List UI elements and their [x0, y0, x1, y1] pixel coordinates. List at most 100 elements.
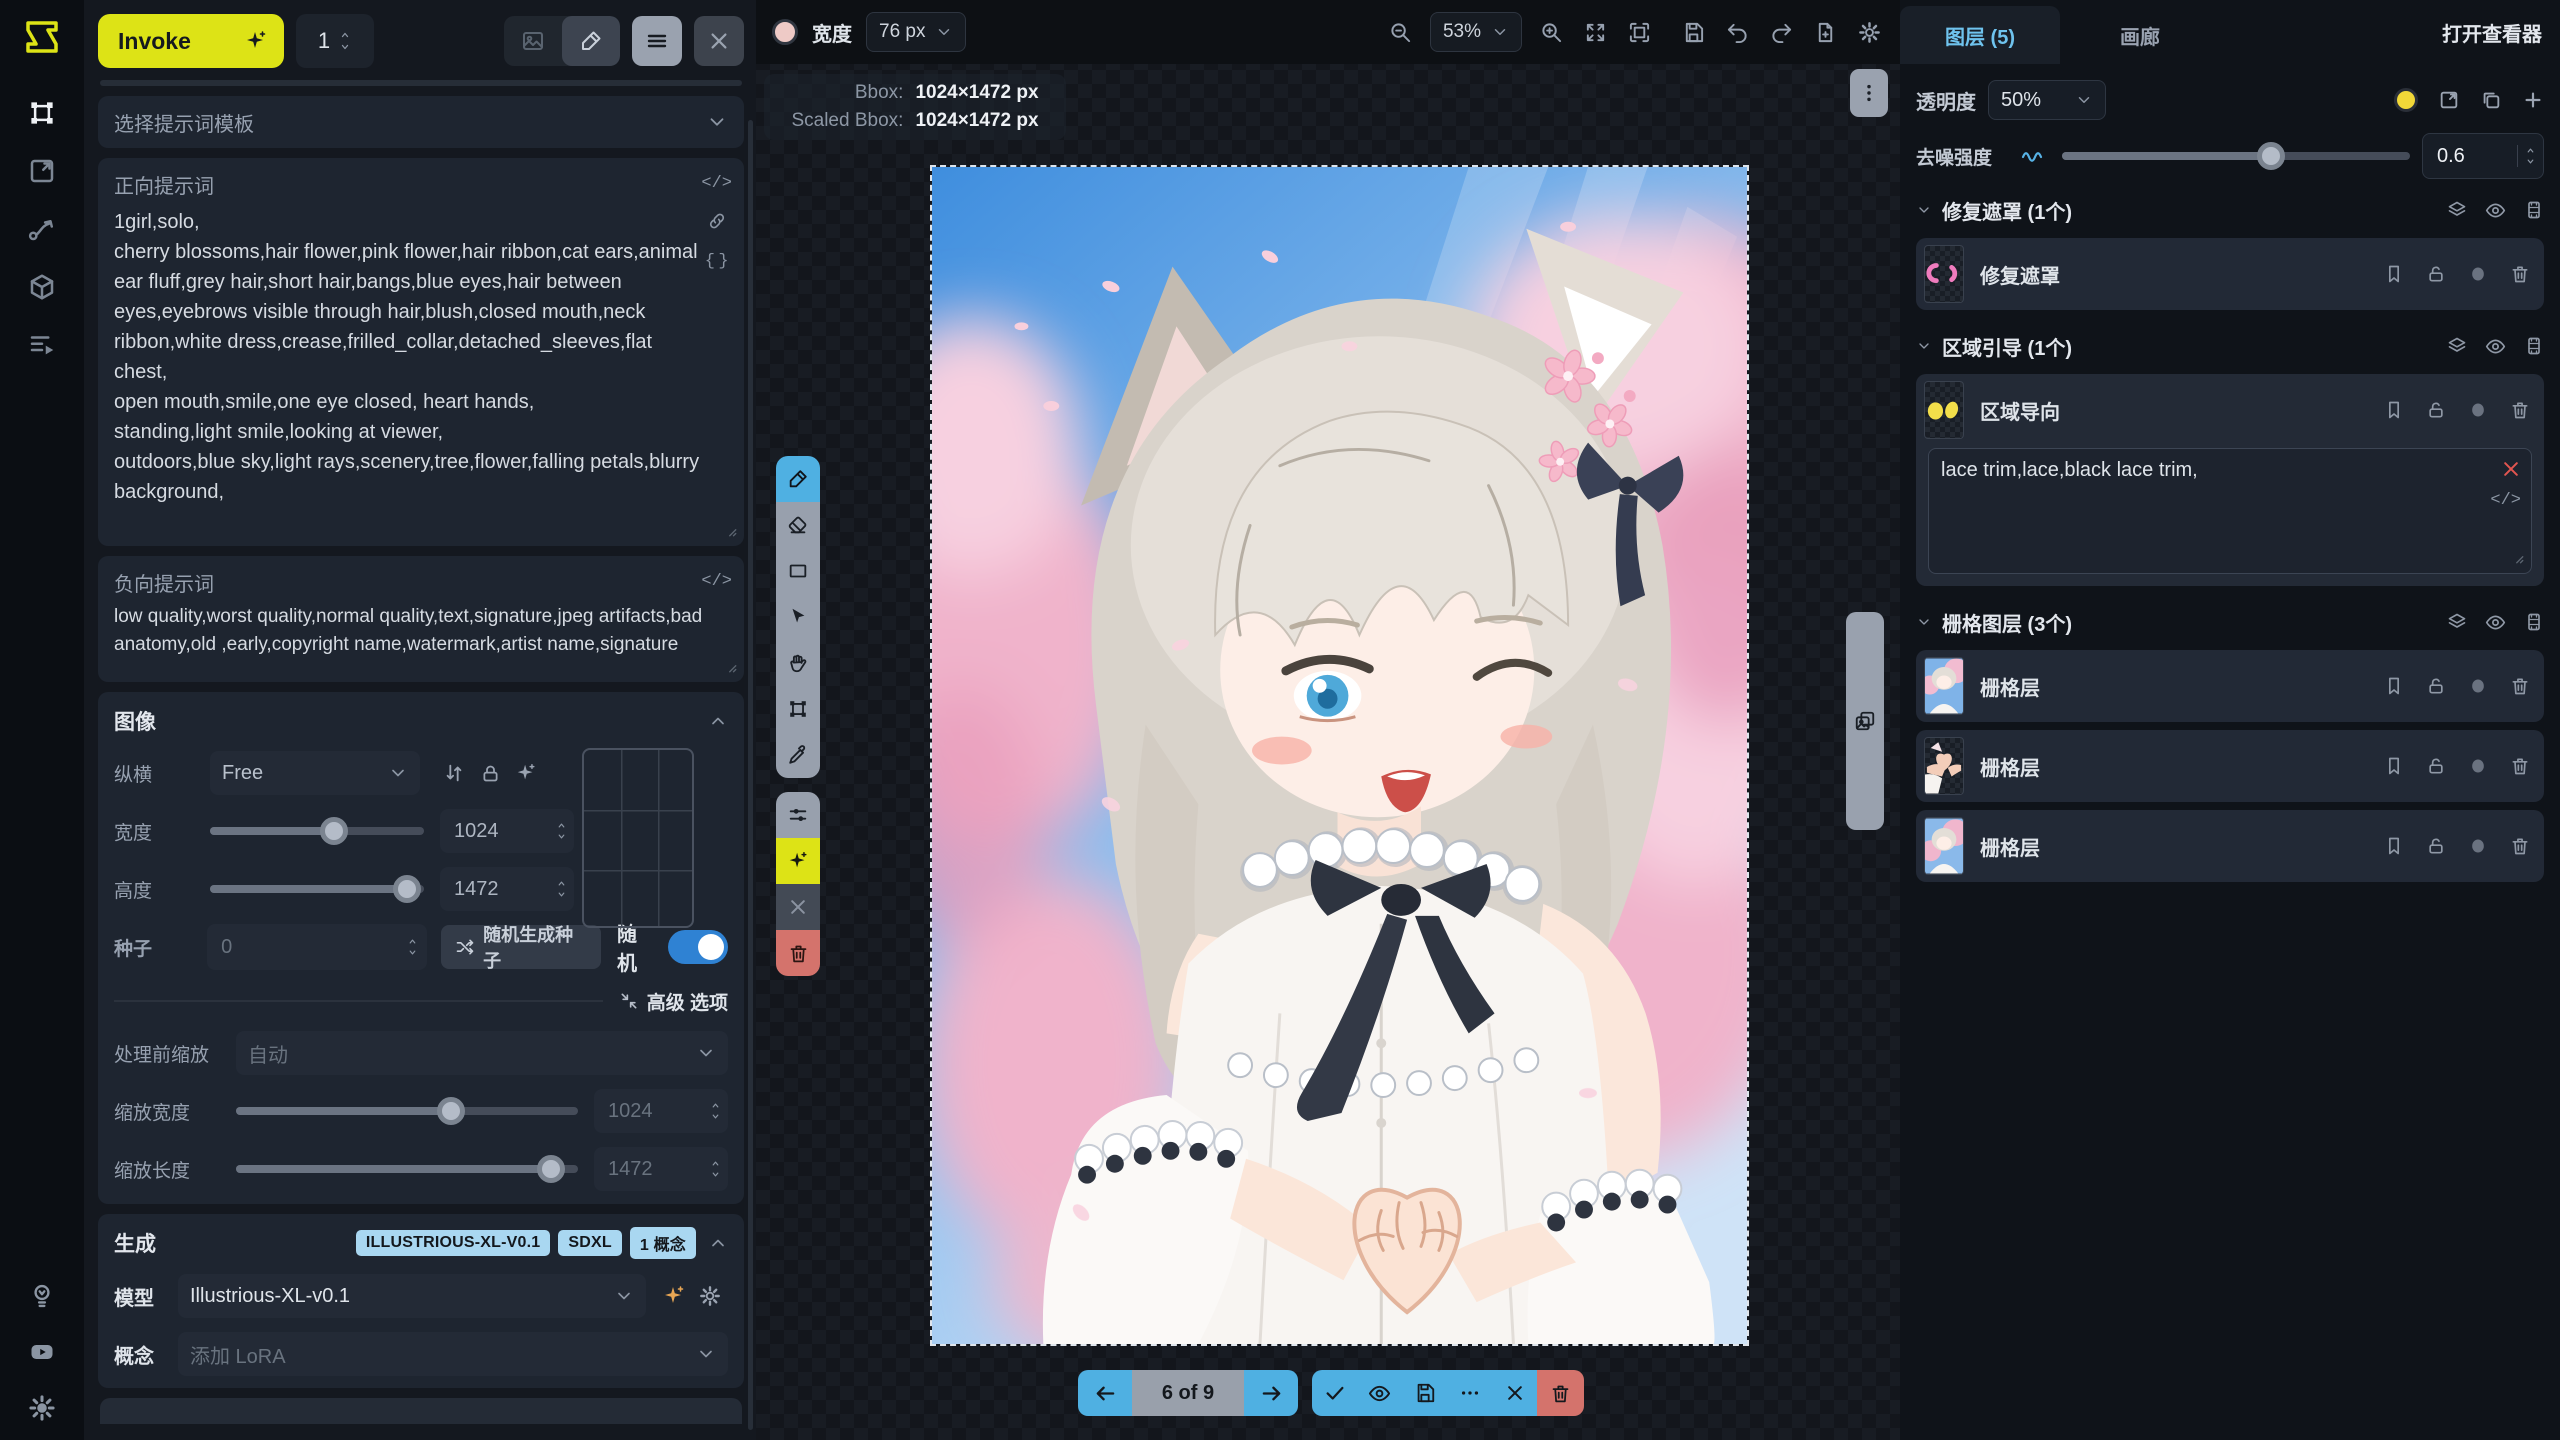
brush-color-swatch[interactable] [772, 19, 798, 45]
raster-layer-row[interactable]: 栅格层 [1916, 730, 2544, 802]
visibility-dot-icon[interactable] [2468, 835, 2488, 858]
delete-layer-icon[interactable] [2510, 755, 2530, 778]
region-layer-row[interactable]: 区域导向 [1916, 374, 2544, 446]
model-sparkle-icon[interactable] [656, 1278, 692, 1314]
move-tool[interactable] [776, 594, 820, 640]
tab-gallery[interactable]: 画廊 [2060, 6, 2220, 64]
undo-icon[interactable] [1722, 17, 1752, 47]
scaled-height-slider[interactable] [236, 1154, 578, 1184]
collapse-advanced-icon[interactable] [619, 991, 639, 1011]
image-mode-button[interactable] [504, 16, 562, 66]
raster-layer-row[interactable]: 栅格层 [1916, 810, 2544, 882]
inpaint-mask-row[interactable]: 修复遮罩 [1916, 238, 2544, 310]
queue-count-input[interactable]: 1 [296, 14, 374, 68]
panel-scrollbar[interactable] [748, 120, 753, 1430]
rect-tool[interactable] [776, 548, 820, 594]
scaled-width-slider[interactable] [236, 1096, 578, 1126]
width-slider[interactable] [210, 816, 424, 846]
close-button[interactable] [694, 16, 744, 66]
visibility-dot-icon[interactable] [2468, 755, 2488, 778]
accept-image-button[interactable] [1312, 1370, 1357, 1416]
collapse-icon[interactable] [708, 711, 728, 731]
bbox-tool[interactable] [776, 686, 820, 732]
group-crop-icon[interactable] [2524, 335, 2544, 358]
preview-toggle-button[interactable] [1357, 1370, 1402, 1416]
delete-layer-icon[interactable] [2510, 835, 2530, 858]
scale-before-select[interactable]: 自动 [236, 1031, 728, 1075]
fit-layer-icon[interactable] [2438, 89, 2460, 112]
zoom-in-icon[interactable] [1536, 17, 1566, 47]
lock-aspect-icon[interactable] [472, 755, 508, 791]
bookmark-icon[interactable] [2384, 835, 2404, 858]
resize-handle[interactable] [2507, 544, 2525, 567]
random-seed-toggle[interactable] [668, 930, 728, 964]
youtube-icon[interactable] [28, 1338, 56, 1366]
invoke-button[interactable]: Invoke [98, 14, 284, 68]
link-prompts-icon[interactable] [707, 209, 727, 232]
denoise-value[interactable]: 0.6 [2422, 133, 2544, 179]
merge-layers-icon[interactable] [2447, 199, 2467, 222]
scaled-height-value[interactable]: 1472 [594, 1147, 728, 1191]
delete-layer-icon[interactable] [2510, 399, 2530, 422]
sidebar-item-canvas[interactable] [27, 98, 57, 128]
code-view-icon[interactable]: </> [701, 568, 732, 591]
group-visibility-icon[interactable] [2485, 611, 2506, 634]
layer-color-swatch[interactable] [2394, 88, 2418, 112]
redo-icon[interactable] [1766, 17, 1796, 47]
zoom-out-icon[interactable] [1386, 17, 1416, 47]
remove-prompt-icon[interactable] [2501, 457, 2521, 480]
prompt-template-selector[interactable]: 选择提示词模板 [98, 96, 744, 148]
bookmark-icon[interactable] [2384, 263, 2404, 286]
brush-tool[interactable] [776, 456, 820, 502]
group-crop-icon[interactable] [2524, 611, 2544, 634]
canvas-settings-icon[interactable] [1854, 17, 1884, 47]
region-group-header[interactable]: 区域引导 (1个) [1916, 326, 2544, 366]
lock-icon[interactable] [2426, 755, 2446, 778]
delete-button[interactable] [776, 930, 820, 976]
visibility-dot-icon[interactable] [2468, 675, 2488, 698]
merge-layers-icon[interactable] [2447, 335, 2467, 358]
fit-bbox-icon[interactable] [1624, 17, 1654, 47]
invoke-region-button[interactable] [776, 838, 820, 884]
merge-layers-icon[interactable] [2447, 611, 2467, 634]
new-session-icon[interactable] [1810, 17, 1840, 47]
sidebar-item-queue[interactable] [27, 330, 57, 360]
settings-icon[interactable] [28, 1394, 56, 1422]
opacity-select[interactable]: 50% [1988, 80, 2106, 120]
height-slider[interactable] [210, 874, 424, 904]
lock-icon[interactable] [2426, 399, 2446, 422]
canvas-area[interactable]: 宽度 76 px 53% Bbox: 1024×1472 px Scaled [756, 0, 1900, 1440]
swap-dimensions-icon[interactable] [436, 755, 472, 791]
group-crop-icon[interactable] [2524, 199, 2544, 222]
code-view-icon[interactable]: </> [2490, 491, 2521, 510]
sidebar-item-viewer[interactable] [27, 156, 57, 186]
menu-button[interactable] [632, 16, 682, 66]
canvas-menu-button[interactable] [1850, 69, 1888, 117]
resize-handle[interactable] [720, 517, 738, 540]
lock-icon[interactable] [2426, 263, 2446, 286]
whats-new-icon[interactable] [28, 1282, 56, 1310]
delete-layer-icon[interactable] [2510, 675, 2530, 698]
group-visibility-icon[interactable] [2485, 335, 2506, 358]
bookmark-icon[interactable] [2384, 675, 2404, 698]
model-settings-icon[interactable] [692, 1278, 728, 1314]
randomize-seed-button[interactable]: 随机生成种子 [441, 925, 601, 969]
height-value[interactable]: 1472 [440, 867, 574, 911]
inpaint-mask-group-header[interactable]: 修复遮罩 (1个) [1916, 190, 2544, 230]
discard-image-button[interactable] [1492, 1370, 1537, 1416]
tab-layers[interactable]: 图层 (5) [1900, 6, 2060, 64]
width-value[interactable]: 1024 [440, 809, 574, 853]
pan-tool[interactable] [776, 640, 820, 686]
more-options-button[interactable] [1447, 1370, 1492, 1416]
next-image-button[interactable] [1244, 1370, 1298, 1416]
brush-mode-button[interactable] [562, 16, 620, 66]
discard-all-button[interactable] [1537, 1370, 1584, 1416]
advanced-options-label[interactable]: 高级 选项 [647, 988, 728, 1015]
bookmark-icon[interactable] [2384, 755, 2404, 778]
brush-width-select[interactable]: 76 px [866, 12, 966, 52]
save-canvas-icon[interactable] [1678, 17, 1708, 47]
code-view-icon[interactable]: </> [701, 170, 732, 193]
lora-select[interactable]: 添加 LoRA [178, 1332, 728, 1376]
braces-icon[interactable]: { } [705, 248, 729, 271]
collapse-icon[interactable] [708, 1233, 728, 1253]
